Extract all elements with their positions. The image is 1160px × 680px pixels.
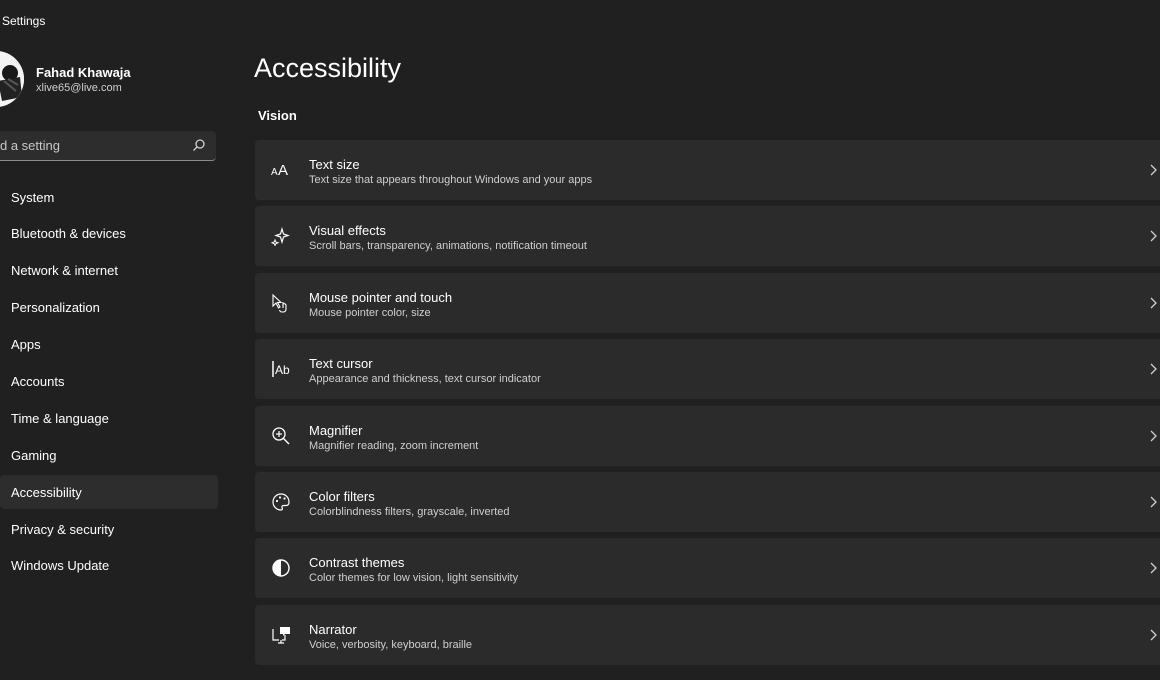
sidebar-item-personalization[interactable]: Personalization xyxy=(0,291,218,325)
sidebar-item-label: Accounts xyxy=(11,373,65,389)
card-subtitle: Voice, verbosity, keyboard, braille xyxy=(309,638,473,651)
card-color-filters[interactable]: Color filters Colorblindness filters, gr… xyxy=(255,471,1160,532)
search-box[interactable]: d a setting xyxy=(0,131,216,161)
svg-text:A: A xyxy=(271,167,278,178)
sidebar-item-time-language[interactable]: Time & language xyxy=(0,401,218,435)
sidebar-item-apps[interactable]: Apps xyxy=(0,328,218,362)
card-visual-effects[interactable]: Visual effects Scroll bars, transparency… xyxy=(255,206,1160,267)
text-cursor-icon: Ab xyxy=(270,358,292,380)
profile-email: xlive65@live.com xyxy=(36,82,122,94)
sidebar-item-bluetooth-devices[interactable]: Bluetooth & devices xyxy=(0,217,218,251)
card-title: Visual effects xyxy=(309,223,386,239)
avatar[interactable] xyxy=(0,51,24,107)
svg-text:A: A xyxy=(278,162,288,179)
settings-list: AA Text size Text size that appears thro… xyxy=(255,140,1160,671)
card-subtitle: Scroll bars, transparency, animations, n… xyxy=(309,240,587,253)
text-size-icon: AA xyxy=(270,159,292,181)
contrast-icon xyxy=(270,557,292,579)
profile-name: Fahad Khawaja xyxy=(36,65,131,80)
chevron-right-icon xyxy=(1150,230,1157,242)
sidebar-item-label: Gaming xyxy=(11,447,57,463)
card-title: Mouse pointer and touch xyxy=(309,289,453,305)
sidebar-item-network-internet[interactable]: Network & internet xyxy=(0,254,218,288)
chevron-right-icon xyxy=(1150,430,1157,442)
card-text-size[interactable]: AA Text size Text size that appears thro… xyxy=(255,140,1160,200)
card-title: Contrast themes xyxy=(309,555,405,571)
card-narrator[interactable]: Narrator Voice, verbosity, keyboard, bra… xyxy=(255,604,1160,665)
sidebar-item-label: Apps xyxy=(11,337,41,353)
sidebar-item-accessibility[interactable]: Accessibility xyxy=(0,475,218,510)
sidebar-item-label: Windows Update xyxy=(11,558,110,574)
window-title: Settings xyxy=(2,14,46,28)
sidebar-item-privacy-security[interactable]: Privacy & security xyxy=(0,512,218,546)
user-profile[interactable]: Fahad Khawaja xlive65@live.com xyxy=(0,49,230,109)
sidebar-item-system[interactable]: System xyxy=(0,180,218,214)
card-title: Color filters xyxy=(309,488,375,504)
search-icon[interactable] xyxy=(192,138,206,152)
card-subtitle: Color themes for low vision, light sensi… xyxy=(309,572,519,585)
sidebar-item-label: Time & language xyxy=(11,410,109,426)
sidebar-item-label: System xyxy=(11,189,55,205)
magnifier-icon xyxy=(270,425,292,447)
page-title: Accessibility xyxy=(254,53,402,83)
chevron-right-icon xyxy=(1150,562,1157,574)
card-magnifier[interactable]: Magnifier Magnifier reading, zoom increm… xyxy=(255,405,1160,466)
sidebar-item-label: Bluetooth & devices xyxy=(11,226,126,242)
search-input[interactable]: d a setting xyxy=(0,138,60,153)
svg-text:Ab: Ab xyxy=(275,363,290,377)
chevron-right-icon xyxy=(1150,363,1157,375)
card-subtitle: Colorblindness filters, grayscale, inver… xyxy=(309,505,510,518)
card-title: Narrator xyxy=(309,621,357,637)
section-title: Vision xyxy=(258,108,297,123)
sidebar-item-label: Privacy & security xyxy=(11,521,115,537)
sidebar-item-windows-update[interactable]: Windows Update xyxy=(0,549,218,583)
sidebar-item-label: Accessibility xyxy=(11,484,82,500)
card-title: Magnifier xyxy=(309,422,363,438)
card-subtitle: Magnifier reading, zoom increment xyxy=(309,439,479,452)
card-title: Text cursor xyxy=(309,356,373,372)
sidebar-item-label: Network & internet xyxy=(11,263,118,279)
card-text-cursor[interactable]: Ab Text cursor Appearance and thickness,… xyxy=(255,339,1160,400)
chevron-right-icon xyxy=(1150,297,1157,309)
avatar-image xyxy=(0,51,24,107)
chevron-right-icon xyxy=(1150,629,1157,641)
card-subtitle: Mouse pointer color, size xyxy=(309,306,431,319)
chevron-right-icon xyxy=(1150,164,1157,176)
palette-icon xyxy=(270,491,292,513)
pointer-touch-icon xyxy=(270,292,292,314)
card-subtitle: Text size that appears throughout Window… xyxy=(309,174,593,186)
narrator-icon xyxy=(270,624,292,646)
card-subtitle: Appearance and thickness, text cursor in… xyxy=(309,373,541,386)
sidebar-item-label: Personalization xyxy=(11,300,100,316)
sidebar-nav: System Bluetooth & devices Network & int… xyxy=(0,180,218,586)
chevron-right-icon xyxy=(1150,496,1157,508)
card-title: Text size xyxy=(309,157,360,172)
sidebar-item-gaming[interactable]: Gaming xyxy=(0,438,218,472)
sidebar-item-accounts[interactable]: Accounts xyxy=(0,364,218,398)
sparkle-icon xyxy=(270,225,292,247)
card-contrast-themes[interactable]: Contrast themes Color themes for low vis… xyxy=(255,538,1160,599)
card-mouse-pointer-touch[interactable]: Mouse pointer and touch Mouse pointer co… xyxy=(255,272,1160,333)
